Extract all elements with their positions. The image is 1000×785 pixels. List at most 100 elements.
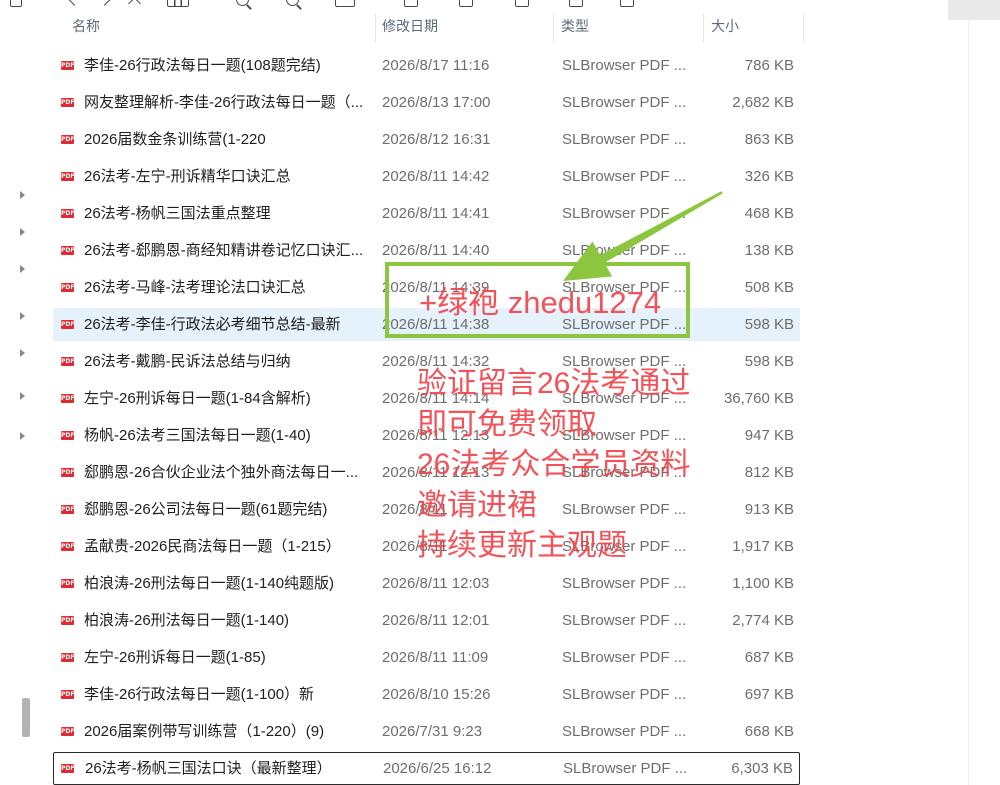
column-header-modified[interactable]: 修改日期	[382, 12, 438, 42]
pdf-icon-label: PDF	[61, 99, 74, 106]
file-row[interactable]: PDF 柏浪涛-26刑法每日一题(1-140) 2026/8/11 12:01 SLB…	[53, 604, 800, 637]
pdf-file-icon: PDF	[61, 764, 74, 773]
file-name: 孟献贵-2026民商法每日一题（1-215）	[84, 538, 341, 555]
menu-icon[interactable]	[10, 0, 22, 7]
pane-divider	[968, 20, 969, 785]
file-row[interactable]: PDF 李佳-26行政法每日一题(108题完结) 2026/8/17 11:16 SL…	[53, 49, 800, 82]
copy-icon[interactable]	[404, 0, 418, 7]
file-size: 947 KB	[744, 427, 794, 444]
file-name: 2026届案例带写训练营（1-220）(9)	[84, 723, 325, 740]
title-bar-corner	[948, 0, 1000, 20]
share-icon[interactable]	[569, 0, 583, 7]
pdf-icon-label: PDF	[61, 765, 74, 772]
file-row[interactable]: PDF 柏浪涛-26刑法每日一题(1-140纯题版) 2026/8/11 12:03…	[53, 567, 800, 600]
file-name: 网友整理解析-李佳-26行政法每日一题（...	[84, 94, 364, 111]
file-name: 左宁-26刑诉每日一题(1-85)	[84, 649, 266, 666]
file-name: 左宁-26刑诉每日一题(1-84含解析)	[84, 390, 311, 407]
column-header-name[interactable]: 名称	[72, 12, 100, 42]
column-header-size[interactable]: 大小	[711, 12, 739, 42]
file-name: 26法考-左宁-刑诉精华口诀汇总	[84, 168, 291, 185]
zoom-out-icon[interactable]	[286, 0, 299, 6]
pdf-file-icon: PDF	[61, 690, 74, 699]
file-name: 郄鹏恩-26公司法每日一题(61题完结)	[84, 501, 328, 518]
expand-arrow-icon[interactable]	[20, 312, 25, 320]
file-modified-date: 2026/7/31 9:23	[382, 723, 483, 740]
file-size: 687 KB	[744, 649, 794, 666]
file-type: SLBrowser PDF ...	[562, 723, 687, 740]
file-row[interactable]: PDF 26法考-杨帆三国法重点整理 2026/8/11 14:41 SLBrowse…	[53, 197, 800, 230]
expand-arrow-icon[interactable]	[20, 349, 25, 357]
file-row[interactable]: PDF 2026届数金条训练营(1-220 2026/8/12 16:31 SLBro…	[53, 123, 800, 156]
column-resize-handle[interactable]	[553, 14, 554, 42]
expand-arrow-icon[interactable]	[20, 191, 25, 199]
back-icon[interactable]	[68, 0, 81, 6]
file-row[interactable]: PDF 网友整理解析-李佳-26行政法每日一题（... 2026/8/13 17:0…	[53, 86, 800, 119]
zoom-in-icon[interactable]	[236, 0, 249, 6]
file-size: 138 KB	[744, 242, 794, 259]
file-size: 668 KB	[744, 723, 794, 740]
column-resize-handle[interactable]	[803, 14, 804, 42]
expand-arrow-icon[interactable]	[20, 265, 25, 273]
view-grid-icon[interactable]	[167, 0, 189, 7]
column-resize-handle[interactable]	[703, 14, 704, 42]
file-size: 6,303 KB	[731, 760, 793, 777]
file-row[interactable]: PDF 2026届案例带写训练营（1-220）(9) 2026/7/31 9:23 S…	[53, 715, 800, 748]
file-size: 1,100 KB	[732, 575, 794, 592]
file-size: 697 KB	[744, 686, 794, 703]
file-modified-date: 2026/8/11 14:42	[382, 168, 490, 185]
overlay-message: 验证留言26法考通过 即可免费领取 26法考众合学员资料 邀请进裙 持续更新主观…	[417, 364, 690, 567]
file-size: 2,682 KB	[732, 94, 794, 111]
delete-icon[interactable]	[620, 0, 634, 7]
file-type: SLBrowser PDF ...	[562, 575, 687, 592]
pdf-icon-label: PDF	[61, 173, 74, 180]
pdf-icon-label: PDF	[61, 136, 74, 143]
up-icon[interactable]	[128, 0, 141, 10]
file-size: 508 KB	[744, 279, 794, 296]
file-modified-date: 2026/8/11 14:41	[382, 205, 490, 222]
paste-icon[interactable]	[459, 0, 473, 7]
pdf-file-icon: PDF	[61, 653, 74, 662]
forward-icon[interactable]	[98, 0, 111, 6]
pdf-file-icon: PDF	[61, 209, 74, 218]
file-row[interactable]: PDF 26法考-杨帆三国法口诀（最新整理） 2026/6/25 16:12 SLBr…	[53, 752, 800, 785]
file-row[interactable]: PDF 26法考-左宁-刑诉精华口诀汇总 2026/8/11 14:42 SLBrow…	[53, 160, 800, 193]
file-name: 26法考-杨帆三国法口诀（最新整理）	[85, 760, 332, 777]
rename-icon[interactable]	[515, 0, 529, 7]
file-modified-date: 2026/8/17 11:16	[382, 57, 490, 74]
file-name: 26法考-郄鹏恩-商经知精讲卷记忆口诀汇...	[84, 242, 364, 259]
overlay-line: 即可免费领取	[417, 407, 597, 441]
pdf-file-icon: PDF	[61, 135, 74, 144]
file-name: 26法考-马峰-法考理论法口诀汇总	[84, 279, 306, 296]
column-resize-handle[interactable]	[375, 14, 376, 42]
fit-page-icon[interactable]	[335, 0, 355, 7]
pdf-icon-label: PDF	[61, 321, 74, 328]
file-type: SLBrowser PDF ...	[562, 649, 687, 666]
pdf-file-icon: PDF	[61, 320, 74, 329]
file-modified-date: 2026/8/10 15:26	[382, 686, 491, 703]
pdf-icon-label: PDF	[61, 654, 74, 661]
pdf-icon-label: PDF	[61, 432, 74, 439]
file-modified-date: 2026/8/13 17:00	[382, 94, 491, 111]
file-name: 柏浪涛-26刑法每日一题(1-140纯题版)	[84, 575, 335, 592]
pdf-file-icon: PDF	[61, 394, 74, 403]
pdf-icon-label: PDF	[61, 691, 74, 698]
file-modified-date: 2026/8/11 12:03	[382, 575, 490, 592]
pdf-file-icon: PDF	[61, 616, 74, 625]
pdf-icon-label: PDF	[61, 247, 74, 254]
expand-arrow-icon[interactable]	[20, 432, 25, 440]
scrollbar-thumb[interactable]	[22, 698, 30, 737]
overlay-contact-text: +绿袍 zhedu1274	[419, 285, 662, 320]
expand-arrow-icon[interactable]	[20, 392, 25, 400]
file-modified-date: 2026/8/11 12:01	[382, 612, 490, 629]
file-name: 李佳-26行政法每日一题(108题完结)	[84, 57, 321, 74]
overlay-line: 持续更新主观题	[417, 529, 627, 562]
pdf-icon-label: PDF	[61, 506, 74, 513]
column-header-type[interactable]: 类型	[561, 12, 589, 42]
expand-arrow-icon[interactable]	[20, 228, 25, 236]
overlay-line: 邀请进裙	[417, 488, 537, 522]
file-modified-date: 2026/8/11 11:09	[382, 649, 489, 666]
pdf-icon-label: PDF	[61, 395, 74, 402]
file-row[interactable]: PDF 左宁-26刑诉每日一题(1-85) 2026/8/11 11:09 SLBro…	[53, 641, 800, 674]
file-row[interactable]: PDF 李佳-26行政法每日一题(1-100）新 2026/8/10 15:26 SL…	[53, 678, 800, 711]
file-type: SLBrowser PDF ...	[562, 205, 687, 222]
